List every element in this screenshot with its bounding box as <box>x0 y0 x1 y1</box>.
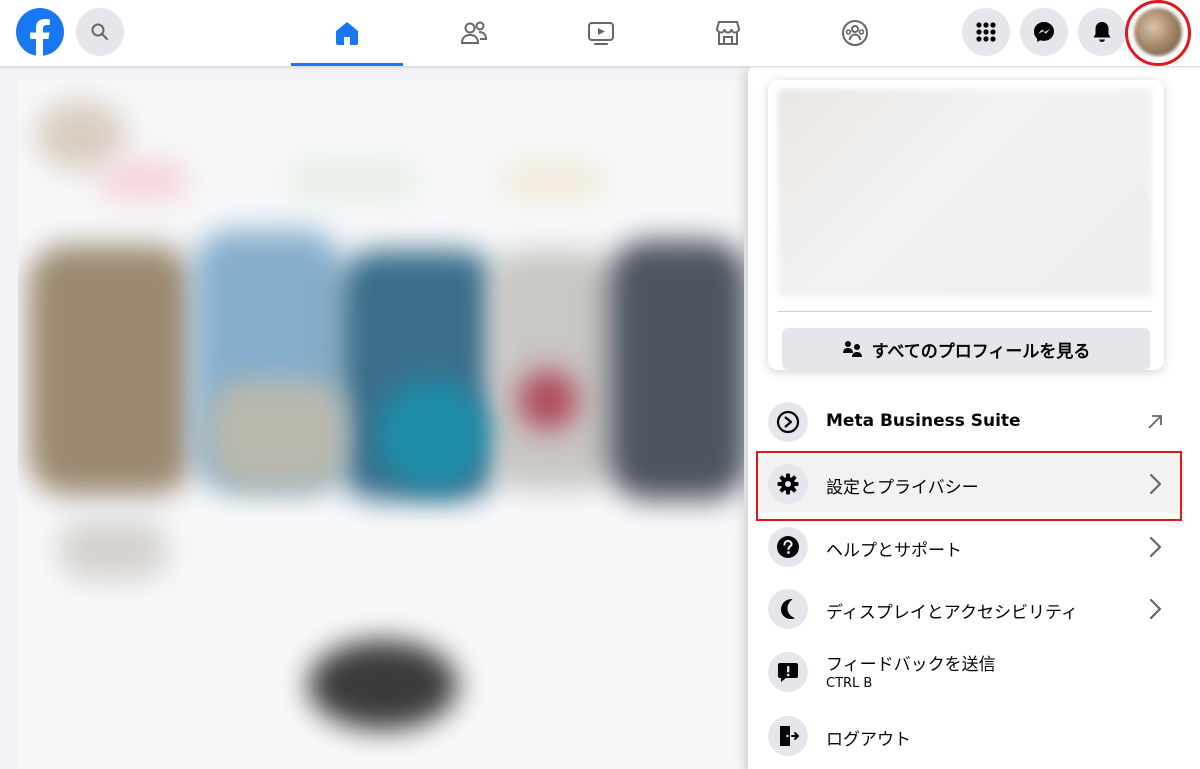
chevron-right-icon <box>1149 598 1162 620</box>
video-icon <box>588 22 614 45</box>
avatar-highlight-circle <box>1125 0 1191 66</box>
tab-groups[interactable] <box>799 0 911 66</box>
feedback-icon <box>768 652 808 692</box>
tab-marketplace[interactable] <box>672 0 784 66</box>
menu-item-label: ディスプレイとアクセシビリティ <box>826 603 1078 623</box>
menu-item-give-feedback[interactable]: フィードバックを送信 CTRL B <box>756 643 1184 701</box>
top-navigation-bar <box>0 0 1200 67</box>
menu-item-meta-business-suite[interactable]: Meta Business Suite <box>756 393 1184 451</box>
profile-preview-blurred <box>778 89 1152 297</box>
messenger-button[interactable] <box>1020 8 1068 56</box>
friends-icon <box>460 21 488 44</box>
divider <box>778 311 1152 312</box>
external-link-icon <box>1148 415 1162 429</box>
menu-button[interactable] <box>962 8 1010 56</box>
menu-item-label: ヘルプとサポート <box>826 541 962 561</box>
notifications-button[interactable] <box>1078 8 1126 56</box>
settings-highlight-box <box>756 451 1182 521</box>
bell-icon <box>1093 22 1111 42</box>
store-icon <box>715 21 741 45</box>
see-all-profiles-label: すべてのプロフィールを見る <box>871 341 1091 362</box>
menu-item-display-accessibility[interactable]: ディスプレイとアクセシビリティ <box>756 580 1184 638</box>
home-icon <box>336 22 358 45</box>
tab-home[interactable] <box>291 0 403 66</box>
search-button[interactable] <box>76 8 124 56</box>
question-icon <box>768 527 808 567</box>
tab-watch[interactable] <box>545 0 657 66</box>
see-all-profiles-button[interactable]: すべてのプロフィールを見る <box>782 328 1150 370</box>
meta-business-icon <box>768 402 808 442</box>
profiles-icon <box>842 341 862 357</box>
groups-icon <box>842 20 868 46</box>
tab-friends[interactable] <box>418 0 530 66</box>
chevron-right-icon <box>1149 536 1162 558</box>
messenger-icon <box>1034 22 1054 42</box>
search-icon <box>91 23 108 40</box>
menu-item-help-support[interactable]: ヘルプとサポート <box>756 518 1184 576</box>
shortcut-label: CTRL B <box>826 676 873 691</box>
news-feed-blurred <box>18 80 744 769</box>
moon-icon <box>768 589 808 629</box>
facebook-logo-icon[interactable] <box>16 8 64 56</box>
account-menu-dropdown: すべてのプロフィールを見る Meta Business Suite 設定とプライ… <box>748 64 1200 769</box>
profile-card: すべてのプロフィールを見る <box>768 80 1164 370</box>
menu-item-label: Meta Business Suite <box>826 411 1021 431</box>
menu-item-label: ログアウト <box>826 730 911 750</box>
menu-item-label: フィードバックを送信 <box>826 655 996 675</box>
menu-grid-icon <box>976 22 996 42</box>
logout-icon <box>768 716 808 756</box>
menu-item-log-out[interactable]: ログアウト <box>756 707 1184 765</box>
